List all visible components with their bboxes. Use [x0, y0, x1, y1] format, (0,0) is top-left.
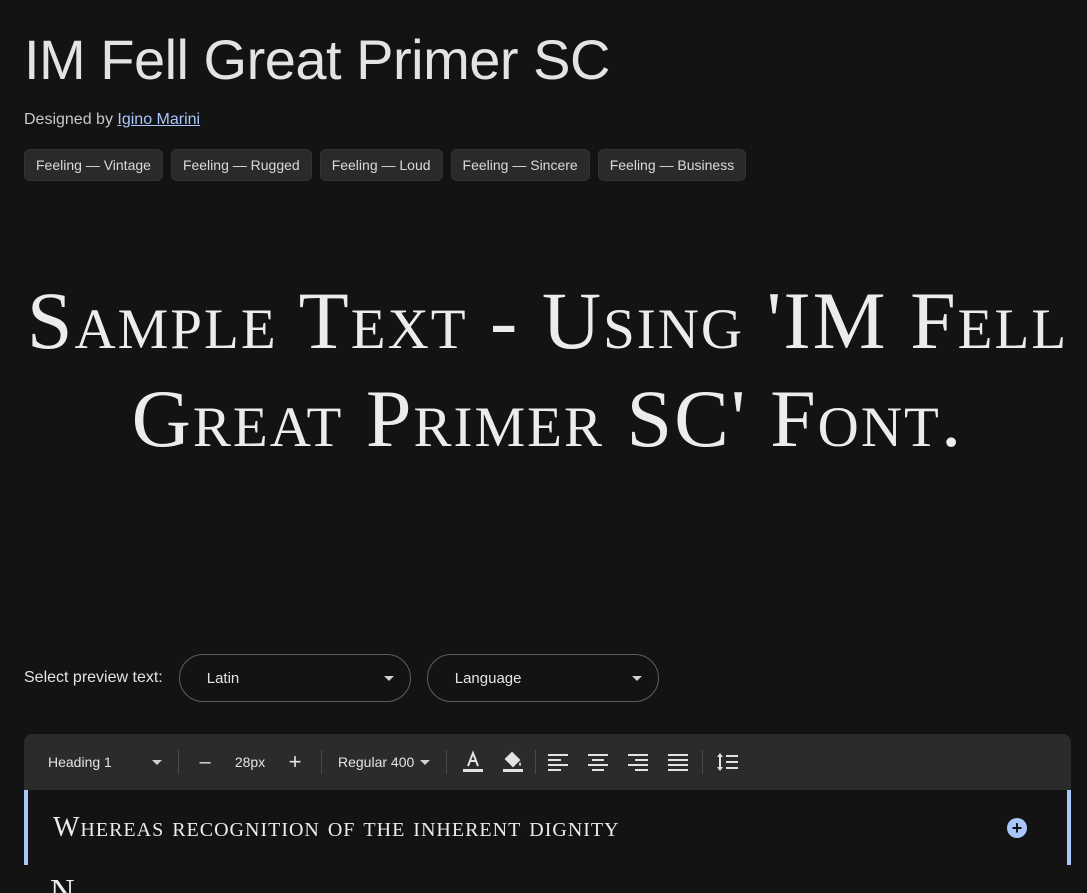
toolbar-divider — [535, 750, 537, 774]
tag-sincere[interactable]: Feeling — Sincere — [450, 149, 590, 181]
font-weight-value: Regular 400 — [338, 754, 415, 770]
editor-next-line: N — [50, 873, 75, 893]
sample-text-preview: Sample Text - Using 'IM Fell Great Prime… — [26, 275, 1069, 464]
language-select[interactable]: Language — [426, 654, 659, 702]
tag-loud[interactable]: Feeling — Loud — [319, 149, 443, 181]
preview-text-label: Select preview text: — [24, 669, 163, 686]
toolbar-divider — [446, 750, 448, 774]
toolbar-divider — [178, 750, 179, 774]
font-title: IM Fell Great Primer SC — [24, 28, 610, 91]
chevron-down-icon — [383, 675, 394, 681]
font-size-value: 28px — [234, 754, 266, 770]
add-icon[interactable]: + — [1007, 817, 1027, 838]
feeling-tags: Feeling — Vintage Feeling — Rugged Feeli… — [24, 149, 747, 181]
font-detail-page: IM Fell Great Primer SC Designed by Igin… — [0, 0, 1087, 893]
editor-text-line[interactable]: Whereas recognition of the inherent dign… — [53, 812, 1007, 844]
text-color-icon[interactable] — [453, 742, 493, 782]
increase-size-button[interactable]: + — [275, 742, 315, 782]
tag-vintage[interactable]: Feeling — Vintage — [24, 149, 163, 181]
preview-controls: Select preview text: Latin Language — [24, 654, 675, 702]
toolbar-divider — [702, 750, 704, 774]
align-justify-icon[interactable] — [658, 742, 698, 782]
designer-link[interactable]: Igino Marini — [117, 111, 200, 128]
designed-by-label: Designed by — [24, 111, 113, 128]
chevron-down-icon — [152, 759, 162, 765]
highlight-color-icon[interactable] — [493, 742, 533, 782]
language-select-value: Language — [454, 669, 522, 687]
chevron-down-icon — [420, 759, 431, 765]
align-left-icon[interactable] — [538, 742, 578, 782]
align-right-icon[interactable] — [618, 742, 658, 782]
text-style-select[interactable]: Heading 1 — [38, 742, 172, 782]
align-center-icon[interactable] — [578, 742, 618, 782]
text-style-value: Heading 1 — [48, 754, 112, 770]
tag-business[interactable]: Feeling — Business — [597, 149, 747, 181]
chevron-down-icon — [631, 675, 642, 681]
font-weight-select[interactable]: Regular 400 — [328, 742, 440, 782]
script-select-value: Latin — [206, 669, 240, 687]
line-height-icon[interactable] — [707, 742, 747, 782]
decrease-size-button[interactable]: – — [185, 742, 225, 782]
toolbar-divider — [321, 750, 322, 774]
script-select[interactable]: Latin — [178, 654, 411, 702]
designer-line: Designed by Igino Marini — [24, 111, 200, 129]
tag-rugged[interactable]: Feeling — Rugged — [170, 149, 312, 181]
preview-editor-line[interactable]: Whereas recognition of the inherent dign… — [24, 790, 1071, 865]
editor-toolbar: Heading 1 – 28px + Regular 400 — [24, 734, 1071, 790]
